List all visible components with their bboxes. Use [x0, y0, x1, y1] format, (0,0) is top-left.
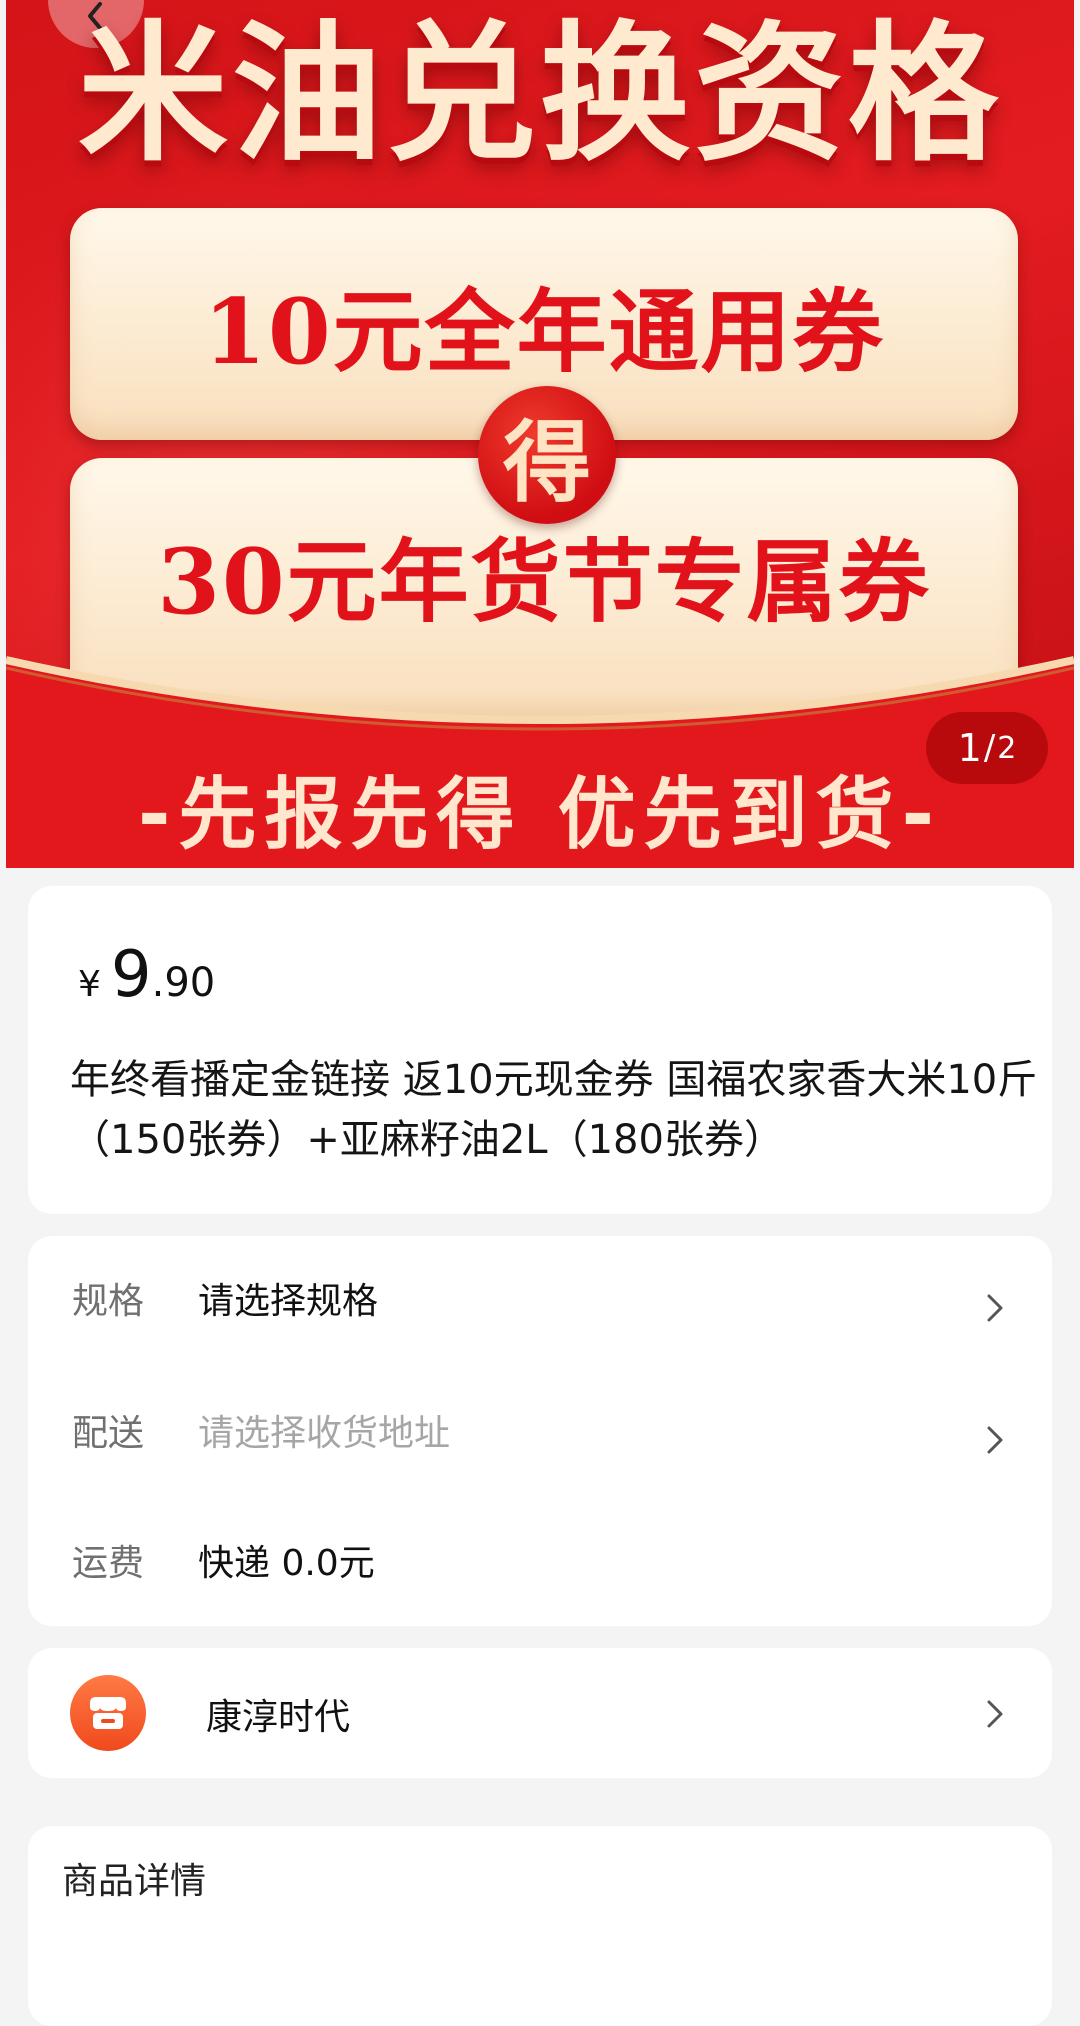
product-image-banner[interactable]: 米油兑换资格 10元全年通用券 得 30元年货节专属券 -先报先得 优先到货- … — [6, 0, 1074, 868]
fee-label: 运费 — [72, 1543, 145, 1584]
fee-value: 快递 0.0元 — [198, 1543, 375, 1584]
banner-title: 米油兑换资格 — [77, 8, 1002, 182]
image-page-indicator: 1 / 2 — [926, 712, 1048, 784]
spec-value: 请选择规格 — [198, 1281, 379, 1322]
spec-selector-row[interactable]: 规格 请选择规格 — [28, 1258, 1052, 1338]
product-title: 年终看播定金链接 返10元现金券 国福农家香大米10斤（150张券）+亚麻籽油2… — [70, 1057, 1038, 1163]
shop-name: 康淳时代 — [206, 1697, 351, 1738]
price-integer: 9 — [110, 938, 152, 1012]
price-card: ¥ 9 .90 年终看播定金链接 返10元现金券 国福农家香大米10斤（150张… — [28, 886, 1052, 1214]
delivery-label: 配送 — [72, 1413, 145, 1454]
chevron-right-icon — [987, 1700, 1003, 1728]
banner-slogan: -先报先得 优先到货- — [138, 770, 942, 860]
shop-logo — [70, 1675, 146, 1751]
page-separator: / — [983, 728, 996, 768]
connector-badge: 得 — [478, 386, 616, 524]
options-card: 规格 请选择规格 配送 请选择收货地址 运费 快递 0.0元 — [28, 1236, 1052, 1626]
chevron-right-icon — [987, 1294, 1003, 1322]
spec-label: 规格 — [72, 1281, 145, 1322]
delivery-placeholder: 请选择收货地址 — [198, 1413, 451, 1454]
currency-symbol: ¥ — [78, 964, 101, 1005]
details-title: 商品详情 — [62, 1861, 207, 1902]
coupon-general-text: 10元全年通用券 — [203, 279, 885, 385]
shop-row[interactable]: 康淳时代 — [28, 1648, 1052, 1778]
price-decimal: .90 — [151, 960, 216, 1006]
coupon-festival-text: 30元年货节专属券 — [157, 529, 931, 635]
product-details-section: 商品详情 — [28, 1826, 1052, 2026]
shipping-fee-row: 运费 快递 0.0元 — [28, 1520, 1052, 1600]
chevron-right-icon — [987, 1426, 1003, 1454]
page-current: 1 — [957, 726, 982, 770]
shop-icon — [90, 1697, 126, 1729]
delivery-address-row[interactable]: 配送 请选择收货地址 — [28, 1390, 1052, 1470]
connector-text: 得 — [502, 409, 591, 514]
price: ¥ 9 .90 — [78, 938, 215, 1012]
page-total: 2 — [997, 730, 1017, 766]
